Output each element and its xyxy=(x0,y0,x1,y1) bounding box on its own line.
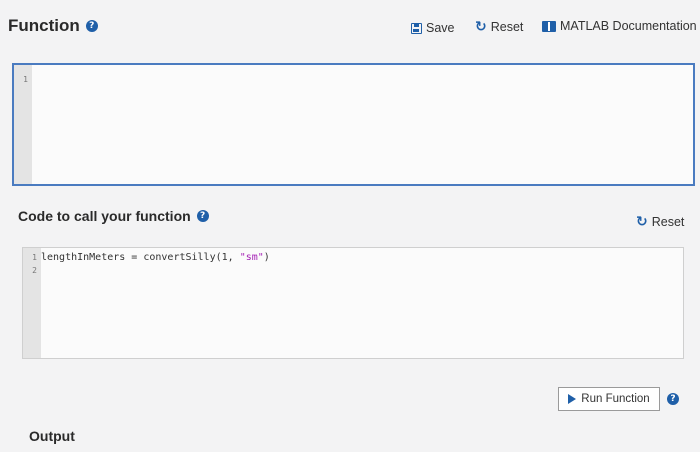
output-title: Output xyxy=(29,428,75,444)
code-text: lengthInMeters = convertSilly(1, xyxy=(41,252,240,263)
docs-label: MATLAB Documentation xyxy=(560,19,697,33)
page-title: Function xyxy=(8,16,80,35)
reset-button[interactable]: ↻ Reset xyxy=(475,20,523,34)
call-code-editor[interactable]: 1 2 lengthInMeters = convertSilly(1, "sm… xyxy=(22,247,684,359)
line-number: 1 xyxy=(23,75,28,84)
question-circle-icon[interactable]: ? xyxy=(196,210,209,222)
question-circle-icon[interactable]: ? xyxy=(85,20,98,32)
section-title: Code to call your function xyxy=(18,208,191,224)
call-section-header: Code to call your function ? xyxy=(18,208,209,224)
line-number-gutter: 1 2 xyxy=(23,248,41,358)
save-button[interactable]: Save xyxy=(411,21,455,35)
call-reset-button[interactable]: ↻ Reset xyxy=(636,215,684,229)
function-code-editor[interactable]: 1 xyxy=(12,63,695,186)
reset-label: Reset xyxy=(490,20,524,34)
floppy-disk-icon xyxy=(411,22,422,34)
question-circle-icon[interactable]: ? xyxy=(667,393,679,405)
reset-arrow-icon: ↻ xyxy=(636,214,648,230)
function-header: Function ? xyxy=(8,16,98,36)
line-number-gutter: 1 xyxy=(14,65,32,184)
line-number: 1 xyxy=(32,253,37,262)
reset-arrow-icon: ↻ xyxy=(475,19,487,35)
run-label: Run Function xyxy=(581,393,650,405)
save-label: Save xyxy=(426,21,455,35)
play-icon xyxy=(568,394,577,404)
code-string-literal: "sm" xyxy=(239,252,264,263)
code-line: lengthInMeters = convertSilly(1, "sm") xyxy=(41,251,270,264)
reset-label: Reset xyxy=(651,215,685,229)
line-number: 2 xyxy=(32,266,37,275)
code-text: ) xyxy=(263,252,270,263)
matlab-documentation-link[interactable]: MATLAB Documentation xyxy=(542,19,697,33)
book-icon xyxy=(542,20,556,32)
run-function-button[interactable]: Run Function xyxy=(558,387,660,411)
